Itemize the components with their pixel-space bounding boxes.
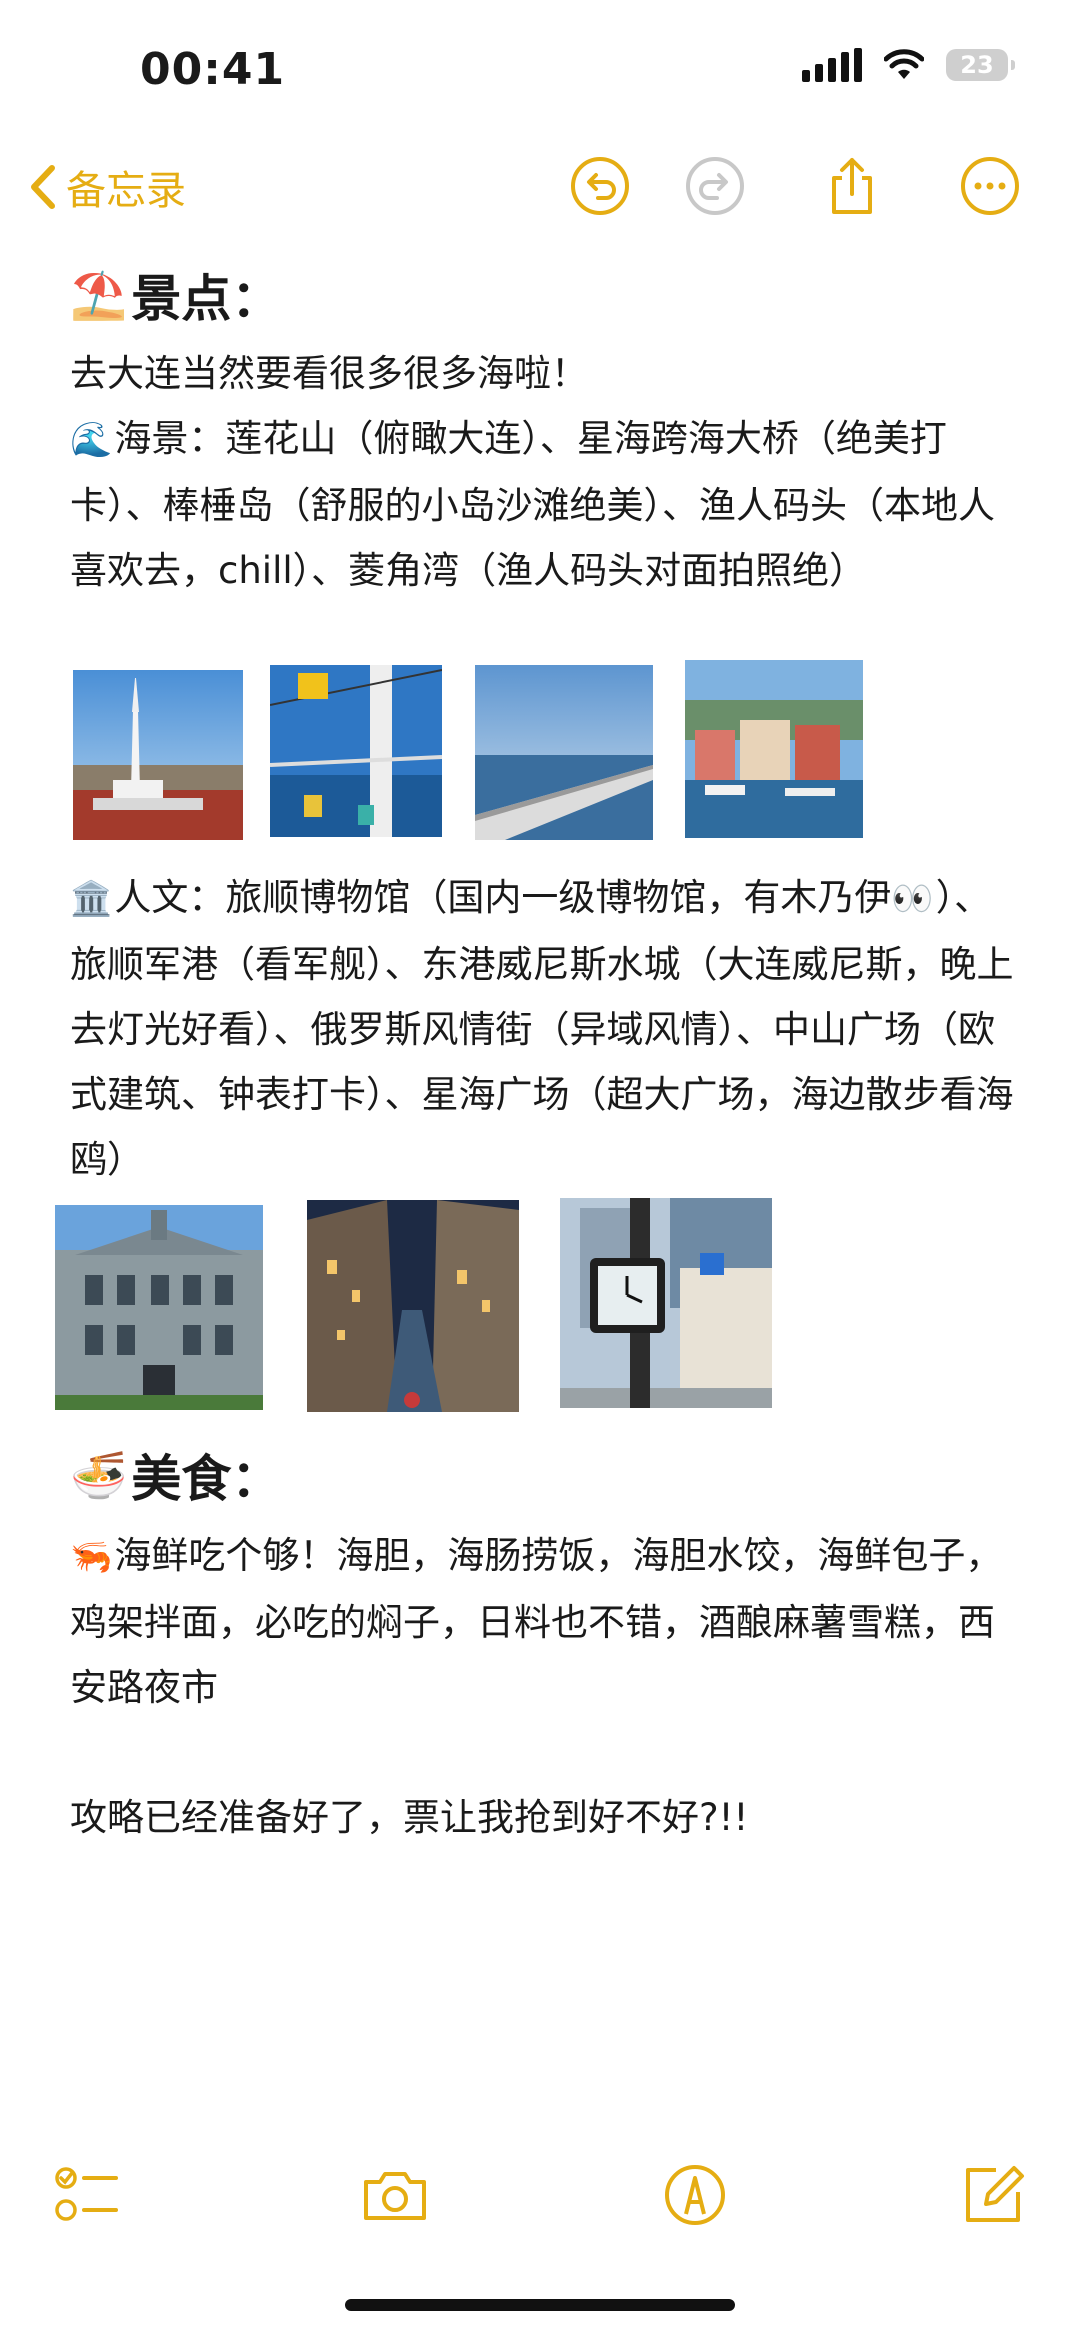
heading-food-title: 美食： — [131, 1450, 282, 1508]
nav-bar: 备忘录 — [0, 150, 1080, 230]
museum-icon: 🏛️ — [70, 879, 113, 919]
camera-icon[interactable] — [358, 2160, 432, 2230]
photo-museum-building[interactable] — [55, 1205, 263, 1410]
status-icons: 23 — [802, 48, 1015, 82]
photo-venice-water-town[interactable] — [307, 1200, 519, 1412]
noodle-bowl-icon: 🍜 — [70, 1447, 128, 1502]
share-icon[interactable] — [820, 154, 884, 218]
status-time: 00:41 — [140, 44, 286, 95]
note-body[interactable]: ⛱️ 景点： 去大连当然要看很多很多海啦！ 🌊海景：莲花山（俯瞰大连）、星海跨海… — [70, 255, 1020, 603]
home-indicator[interactable] — [345, 2299, 735, 2311]
wifi-icon — [884, 49, 924, 79]
intro-text: 去大连当然要看很多很多海啦！ — [70, 352, 588, 395]
note-body-food[interactable]: 🍜 美食： 🦐海鲜吃个够！海胆，海肠捞饭，海胆水饺，海鲜包子，鸡架拌面，必吃的焖… — [70, 1435, 1020, 1850]
beach-umbrella-icon: ⛱️ — [70, 267, 128, 322]
closing-text: 攻略已经准备好了，票让我抢到好不好?!! — [70, 1796, 749, 1839]
back-label: 备忘录 — [66, 168, 186, 214]
compose-icon[interactable] — [958, 2160, 1028, 2230]
photo-lotus-hill-tower[interactable] — [73, 670, 243, 840]
status-bar: 00:41 23 — [0, 0, 1080, 120]
more-icon[interactable] — [958, 154, 1022, 218]
shrimp-icon: 🦐 — [70, 1537, 113, 1577]
note-body-culture[interactable]: 🏛️人文：旅顺博物馆（国内一级博物馆，有木乃伊👀）、旅顺军港（看军舰）、东港威尼… — [70, 865, 1020, 1192]
food-paragraph: 🦐海鲜吃个够！海胆，海肠捞饭，海胆水饺，海鲜包子，鸡架拌面，必吃的焖子，日料也不… — [70, 1523, 1020, 1720]
heading-food: 🍜 美食： — [70, 1435, 1020, 1515]
photo-cross-sea-bridge[interactable] — [475, 665, 653, 840]
chevron-left-icon — [31, 165, 55, 209]
food-text: 海鲜吃个够！海胆，海肠捞饭，海胆水饺，海鲜包子，鸡架拌面，必吃的焖子，日料也不错… — [70, 1534, 1003, 1709]
seaview-paragraph: 🌊海景：莲花山（俯瞰大连）、星海跨海大桥（绝美打卡）、棒棰岛（舒服的小岛沙滩绝美… — [70, 406, 1020, 603]
culture-paragraph: 🏛️人文：旅顺博物馆（国内一级博物馆，有木乃伊👀）、旅顺军港（看军舰）、东港威尼… — [70, 865, 1020, 1192]
photo-clock-square[interactable] — [560, 1198, 772, 1408]
battery-icon: 23 — [946, 49, 1015, 81]
photo-cable-car-bridge[interactable] — [270, 665, 442, 837]
eyes-icon: 👀 — [891, 879, 934, 919]
culture-text-before: 人文：旅顺博物馆（国内一级博物馆，有木乃伊 — [114, 876, 892, 919]
seaview-text: 海景：莲花山（俯瞰大连）、星海跨海大桥（绝美打卡）、棒棰岛（舒服的小岛沙滩绝美）… — [70, 417, 995, 592]
undo-icon[interactable] — [568, 154, 632, 218]
cellular-signal-icon — [802, 48, 862, 82]
redo-icon[interactable] — [683, 154, 747, 218]
markup-pen-icon[interactable] — [660, 2160, 730, 2230]
photo-fishermans-wharf[interactable] — [685, 660, 863, 838]
heading-attractions-title: 景点： — [131, 270, 282, 328]
heading-attractions: ⛱️ 景点： — [70, 255, 1020, 335]
checklist-icon[interactable] — [52, 2160, 122, 2230]
wave-icon: 🌊 — [70, 420, 113, 460]
culture-text-after: ）、旅顺军港（看军舰）、东港威尼斯水城（大连威尼斯，晚上去灯光好看）、俄罗斯风情… — [70, 876, 1014, 1181]
back-button[interactable]: 备忘录 — [28, 158, 186, 216]
